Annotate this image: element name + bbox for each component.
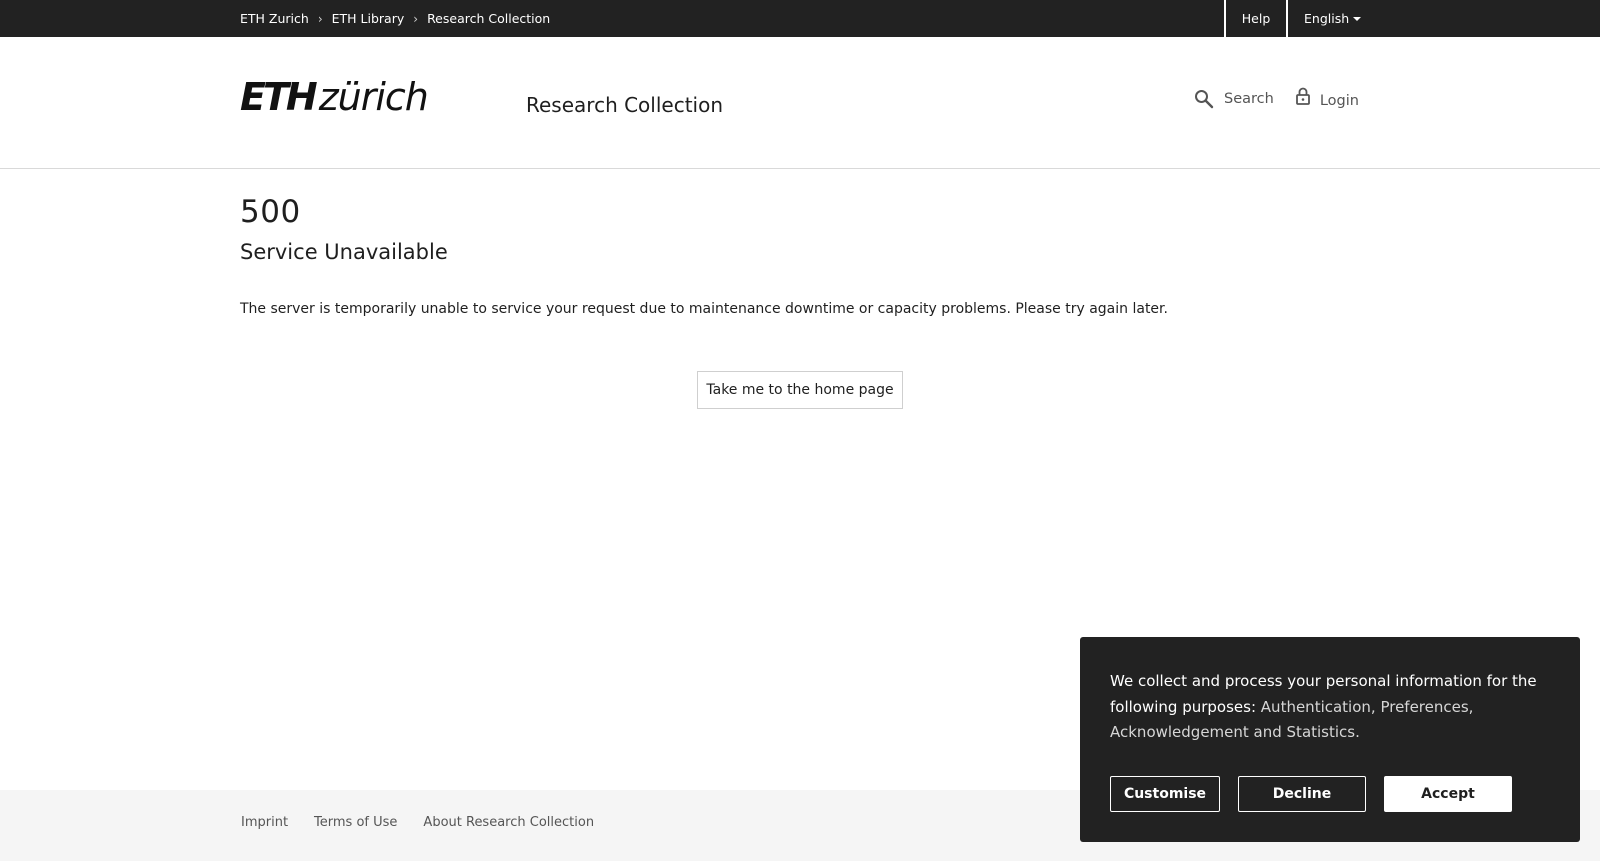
home-button-wrapper: Take me to the home page: [697, 371, 903, 409]
error-code: 500: [240, 194, 301, 230]
footer-link-imprint[interactable]: Imprint: [241, 815, 288, 830]
footer-links: Imprint Terms of Use About Research Coll…: [241, 815, 620, 830]
search-icon: [1195, 90, 1214, 109]
breadcrumb-separator: ›: [317, 11, 323, 26]
help-link[interactable]: Help: [1224, 0, 1286, 37]
home-page-button[interactable]: Take me to the home page: [697, 371, 903, 409]
language-label: English: [1304, 11, 1350, 26]
breadcrumb-research-collection[interactable]: Research Collection: [427, 11, 550, 26]
error-message: The server is temporarily unable to serv…: [240, 301, 1168, 317]
accept-button[interactable]: Accept: [1384, 776, 1512, 812]
cookie-consent-banner: We collect and process your personal inf…: [1080, 637, 1580, 842]
logo-zurich-text: zürich: [318, 75, 429, 119]
cookie-consent-text: We collect and process your personal inf…: [1110, 669, 1550, 746]
search-label: Search: [1224, 91, 1274, 107]
footer-link-about[interactable]: About Research Collection: [423, 815, 594, 830]
topbar-utility-nav: Help English: [1224, 0, 1377, 37]
caret-down-icon: [1353, 16, 1362, 21]
search-link[interactable]: Search: [1194, 89, 1274, 109]
logo-eth-text: ETH: [240, 75, 318, 119]
login-link[interactable]: Login: [1295, 87, 1359, 109]
breadcrumb: ETH Zurich › ETH Library › Research Coll…: [240, 0, 550, 37]
eth-zurich-logo[interactable]: ETH zürich: [240, 75, 429, 119]
site-header: ETH zürich Research Collection Search Lo…: [0, 37, 1600, 169]
lock-icon: [1295, 87, 1310, 105]
customise-button[interactable]: Customise: [1110, 776, 1220, 812]
help-label: Help: [1241, 11, 1271, 26]
error-title: Service Unavailable: [240, 240, 448, 264]
main-content: 500 Service Unavailable The server is te…: [240, 192, 1360, 409]
language-dropdown[interactable]: English: [1286, 0, 1377, 37]
decline-button[interactable]: Decline: [1238, 776, 1366, 812]
breadcrumb-eth-library[interactable]: ETH Library: [332, 11, 405, 26]
top-bar: ETH Zurich › ETH Library › Research Coll…: [0, 0, 1600, 37]
breadcrumb-eth-zurich[interactable]: ETH Zurich: [240, 11, 309, 26]
site-title[interactable]: Research Collection: [526, 93, 723, 117]
login-label: Login: [1319, 92, 1359, 109]
breadcrumb-separator: ›: [413, 11, 419, 26]
header-nav: Search Login: [1194, 87, 1359, 109]
cookie-buttons: Customise Decline Accept: [1110, 776, 1512, 812]
footer-link-terms[interactable]: Terms of Use: [314, 815, 397, 830]
